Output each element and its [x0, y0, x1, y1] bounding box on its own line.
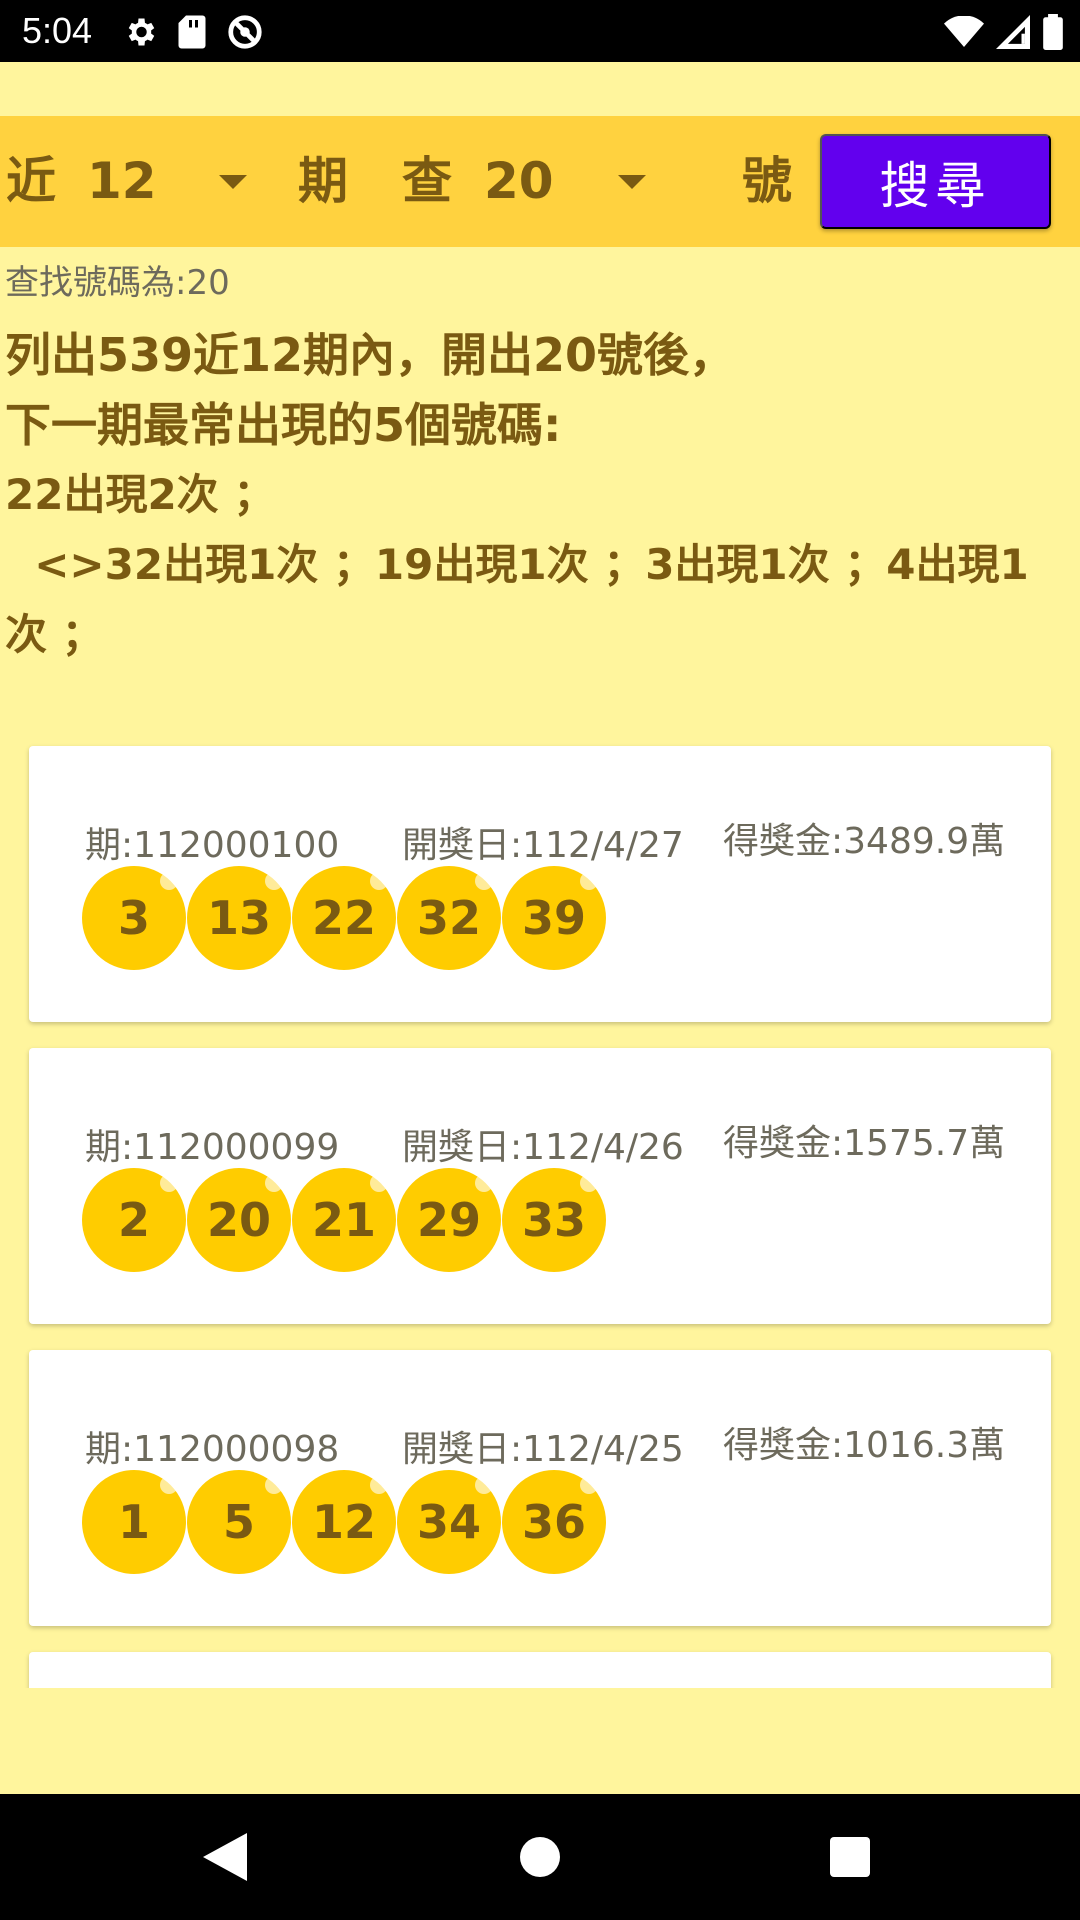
result-line: <>32出現1次 ；19出現1次 ；3出現1次 ；4出現1: [5, 540, 1029, 589]
period-dropdown-caret-icon[interactable]: [218, 116, 248, 247]
number-ball: 36: [502, 1470, 606, 1574]
number-ball: 20: [187, 1168, 291, 1272]
draw-date: 開獎日:112/4/26: [402, 1127, 684, 1168]
status-bar: 5:04: [0, 0, 1080, 62]
number-ball: 1: [82, 1470, 186, 1574]
query-label: 查找號碼為:20: [5, 263, 230, 303]
period-dropdown-value[interactable]: 12: [87, 116, 157, 247]
filter-prefix-label: 近: [6, 152, 56, 210]
draw-period: 期:112000100: [85, 825, 340, 866]
search-button[interactable]: 搜尋: [820, 134, 1051, 229]
number-ball: 2: [82, 1168, 186, 1272]
period-suffix-label: 期: [298, 152, 348, 210]
number-ball: 21: [292, 1168, 396, 1272]
number-ball: 32: [397, 866, 501, 970]
query-prefix-label: 查: [402, 152, 452, 210]
battery-icon: [1042, 14, 1064, 50]
number-ball: 34: [397, 1470, 501, 1574]
draw-list[interactable]: 期:112000100 開獎日:112/4/27 得獎金:3489.9萬 3 1…: [0, 736, 1080, 1688]
status-icons-left: [122, 12, 264, 52]
draw-prize: 得獎金:3489.9萬: [723, 821, 1006, 862]
draw-period: 期:112000098: [85, 1429, 340, 1470]
number-ball: 39: [502, 866, 606, 970]
wifi-icon: [944, 16, 984, 48]
draw-date: 開獎日:112/4/25: [402, 1429, 684, 1470]
navigation-bar: [0, 1794, 1080, 1920]
do-not-disturb-icon: [226, 13, 264, 51]
draw-period: 期:112000099: [85, 1127, 340, 1168]
back-icon[interactable]: [175, 1794, 275, 1920]
status-icons-right: [944, 12, 1064, 52]
result-line: 次 ；: [5, 610, 104, 659]
number-ball: 3: [82, 866, 186, 970]
result-heading-line: 列出539近12期內，開出20號後，: [5, 328, 736, 382]
gear-icon: [122, 14, 158, 50]
number-ball: 22: [292, 866, 396, 970]
draw-prize: 得獎金:1016.3萬: [723, 1425, 1006, 1466]
draw-prize: 得獎金:1575.7萬: [723, 1123, 1006, 1164]
draw-card[interactable]: 期:112000098 開獎日:112/4/25 得獎金:1016.3萬 1 5…: [29, 1350, 1051, 1626]
result-heading: 列出539近12期內，開出20號後， 下一期最常出現的5個號碼:: [5, 320, 1075, 460]
result-body: 22出現2次 ； <>32出現1次 ；19出現1次 ；3出現1次 ；4出現1 次…: [5, 460, 1070, 670]
number-ball: 12: [292, 1470, 396, 1574]
number-ball: 33: [502, 1168, 606, 1272]
number-ball: 29: [397, 1168, 501, 1272]
number-dropdown-caret-icon[interactable]: [617, 116, 647, 247]
number-ball: 5: [187, 1470, 291, 1574]
result-line: 22出現2次 ；: [5, 470, 276, 519]
draw-date: 開獎日:112/4/27: [402, 825, 684, 866]
status-time: 5:04: [22, 10, 93, 51]
number-suffix-label: 號: [742, 152, 792, 210]
cell-signal-icon: [996, 15, 1030, 49]
sd-card-icon: [176, 14, 208, 50]
number-ball: 13: [187, 866, 291, 970]
draw-card-partial[interactable]: [29, 1652, 1051, 1688]
filter-bar: 近 12 期 查 20 號 搜尋: [0, 116, 1080, 247]
recents-icon[interactable]: [800, 1794, 900, 1920]
number-dropdown-value[interactable]: 20: [484, 116, 554, 247]
result-heading-line: 下一期最常出現的5個號碼:: [5, 398, 562, 452]
draw-card[interactable]: 期:112000099 開獎日:112/4/26 得獎金:1575.7萬 2 2…: [29, 1048, 1051, 1324]
draw-card[interactable]: 期:112000100 開獎日:112/4/27 得獎金:3489.9萬 3 1…: [29, 746, 1051, 1022]
home-icon[interactable]: [490, 1794, 590, 1920]
